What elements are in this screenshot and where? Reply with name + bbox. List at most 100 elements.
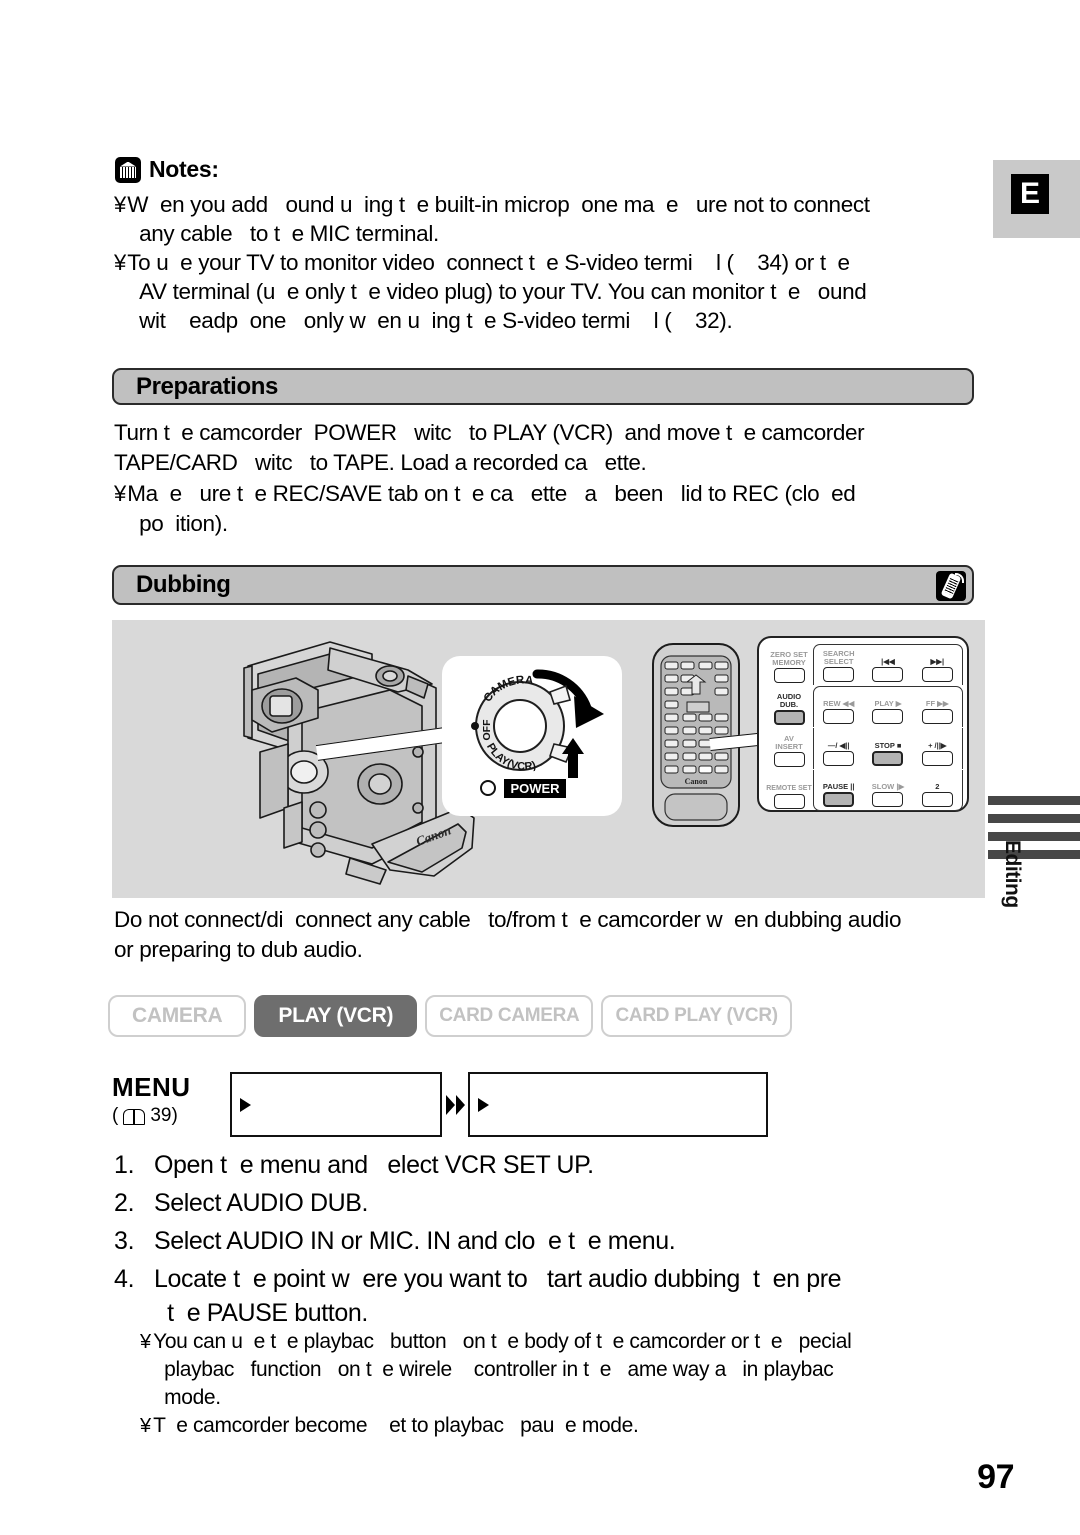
step-number: 3. — [114, 1227, 135, 1255]
remote-btn-rew-wrap: REW ◀◀ — [814, 687, 863, 727]
preparations-body: Turn t e camcorder POWER witc to PLAY (V… — [114, 418, 1019, 539]
remote-btn-label: STOP ■ — [874, 741, 902, 750]
remote-btn-rew-search-wrap: |◀◀ — [863, 645, 912, 685]
remote-btn-x2-wrap: 2 — [913, 770, 962, 810]
remote-btn-label: PAUSE || — [822, 782, 855, 791]
remote-btn-label: PLAY ▶ — [874, 699, 902, 708]
remote-btn-label: AV INSERT — [775, 734, 803, 751]
bullet-glyph: ¥ — [114, 481, 126, 506]
list-item: ¥ T e camcorder become et to playbac pau… — [140, 1412, 1030, 1440]
remote-btn-slow[interactable] — [872, 792, 904, 807]
triangle-right-icon — [240, 1097, 251, 1112]
remote-btn-forward-search[interactable] — [921, 667, 953, 682]
remote-btn-rewind-search[interactable] — [872, 667, 904, 682]
step-text: Open t e menu and elect VCR SET UP. — [154, 1151, 594, 1179]
step-text: Select AUDIO DUB. — [154, 1189, 369, 1217]
mode-pill-label: CARD PLAY (VCR) — [615, 1005, 778, 1026]
remote-btn-remote-set[interactable] — [773, 794, 805, 809]
sub-note-text: T e camcorder become et to playbac pau e… — [153, 1414, 639, 1437]
svg-text:POWER: POWER — [510, 781, 560, 796]
remote-cell: PAUSE || SLOW |▶ 2 — [813, 770, 965, 812]
svg-text:Canon: Canon — [685, 777, 708, 786]
remote-btn-rew[interactable] — [823, 709, 855, 724]
mode-pill-card-play-vcr[interactable]: CARD PLAY (VCR) — [601, 995, 792, 1037]
sub-note-text: You can u e t e playbac button on t e bo… — [153, 1330, 852, 1409]
remote-btn-label: REW ◀◀ — [823, 699, 855, 708]
bullet-glyph: ¥ — [140, 1415, 152, 1437]
manual-page: E Notes: ¥ W en you add ound u ing t e b… — [0, 0, 1080, 1535]
menu-label: MENU — [112, 1072, 191, 1102]
remote-btn-pause[interactable] — [823, 792, 855, 807]
remote-btn-ff[interactable] — [921, 709, 953, 724]
mode-pill-card-camera[interactable]: CARD CAMERA — [425, 995, 594, 1037]
preparations-paragraph: Turn t e camcorder POWER witc to PLAY (V… — [114, 420, 865, 475]
section-header-dubbing: Dubbing — [112, 565, 974, 605]
remote-cell: SEARCH SELECT |◀◀ ▶▶| — [813, 644, 965, 686]
step-text: Select AUDIO IN or MIC. IN and clo e t e… — [154, 1227, 676, 1255]
preparations-note: Ma e ure t e REC/SAVE tab on t e ca ette… — [127, 481, 856, 536]
remote-btn-label: |◀◀ — [881, 657, 895, 666]
remote-btn-av-insert[interactable] — [773, 752, 805, 767]
remote-btn-audio-dub[interactable] — [773, 710, 805, 725]
list-item: 3. Select AUDIO IN or MIC. IN and clo e … — [114, 1224, 1014, 1258]
remote-cell: REW ◀◀ PLAY ▶ FF ▶▶ — [813, 686, 965, 728]
remote-btn-label: FF ▶▶ — [925, 699, 949, 708]
wireless-remote-icon — [936, 571, 966, 601]
remote-btn-minus-frame-advance[interactable] — [823, 751, 855, 766]
notes-heading: Notes: — [115, 156, 219, 183]
remote-cell: REMOTE SET — [765, 770, 813, 812]
remote-btn-stop-wrap: STOP ■ — [863, 728, 912, 769]
remote-btn-slow-wrap: SLOW |▶ — [863, 770, 912, 810]
remote-btn-label: ZERO SET MEMORY — [770, 650, 808, 667]
dubbing-warning-text: Do not connect/di connect any cable to/f… — [114, 907, 902, 962]
remote-btn-ff-wrap: FF ▶▶ — [913, 687, 962, 727]
step-number: 4. — [114, 1265, 135, 1293]
mode-pill-label: CARD CAMERA — [439, 1005, 580, 1026]
remote-btn-label: REMOTE SET — [766, 785, 812, 792]
menu-step-box-2[interactable] — [468, 1072, 768, 1137]
remote-btn-x2[interactable] — [921, 792, 953, 807]
remote-btn-label: SLOW |▶ — [871, 782, 905, 791]
remote-btn-label: AUDIO DUB. — [776, 692, 802, 709]
note-text: To u e your TV to monitor video connect … — [127, 250, 867, 333]
section-header-preparations: Preparations — [112, 368, 974, 405]
list-item: ¥ Ma e ure t e REC/SAVE tab on t e ca et… — [114, 479, 1019, 539]
step-text: Locate t e point w ere you want to tart … — [154, 1265, 842, 1327]
illustration-panel: Canon CAMERA PLAY(VCR) OFF POWER Canon Z… — [112, 620, 985, 898]
remote-btn-zero-set-memory[interactable] — [773, 668, 805, 683]
remote-btn-plus-frame-advance[interactable] — [921, 751, 953, 766]
power-dial-callout: CAMERA PLAY(VCR) OFF POWER — [442, 656, 622, 816]
mode-pill-play-vcr[interactable]: PLAY (VCR) — [254, 995, 418, 1037]
bullet-glyph: ¥ — [114, 192, 126, 217]
remote-btn-search-select-wrap: SEARCH SELECT — [814, 645, 863, 685]
mode-pill-label: PLAY (VCR) — [278, 1004, 394, 1027]
mode-pill-camera[interactable]: CAMERA — [108, 995, 247, 1037]
menu-label-group: MENU ( 39) — [112, 1072, 230, 1127]
remote-cell: ZERO SET MEMORY — [765, 644, 813, 686]
remote-btn-stop[interactable] — [872, 751, 904, 766]
list-item: 1. Open t e menu and elect VCR SET UP. — [114, 1148, 1014, 1182]
menu-step-box-1[interactable] — [230, 1072, 442, 1137]
remote-btn-label: + /||▶ — [928, 741, 947, 750]
double-arrow-icon — [442, 1072, 468, 1137]
page-number: 97 — [977, 1458, 1014, 1496]
remote-cell: AV INSERT — [765, 728, 813, 770]
remote-btn-pause-wrap: PAUSE || — [814, 770, 863, 810]
mode-indicator-row: CAMERA PLAY (VCR) CARD CAMERA CARD PLAY … — [108, 995, 792, 1037]
remote-btn-search-select[interactable] — [823, 667, 855, 682]
menu-page-number: 39) — [150, 1105, 178, 1126]
remote-btn-play-wrap: PLAY ▶ — [863, 687, 912, 727]
book-icon — [123, 1109, 146, 1125]
bullet-glyph: ¥ — [114, 250, 126, 275]
step-number: 2. — [114, 1189, 135, 1217]
remote-btn-play[interactable] — [872, 709, 904, 724]
note-text: W en you add ound u ing t e built-in mic… — [127, 192, 870, 246]
svg-text:OFF: OFF — [481, 719, 493, 741]
section-title: Dubbing — [136, 571, 231, 598]
mode-pill-label: CAMERA — [132, 1004, 223, 1027]
remote-btn-ff-search-wrap: ▶▶| — [913, 645, 962, 685]
list-item: ¥ You can u e t e playbac button on t e … — [140, 1328, 1030, 1412]
section-tab-letter: E — [1011, 174, 1049, 214]
notes-title: Notes: — [149, 156, 219, 182]
triangle-right-icon — [478, 1097, 489, 1112]
